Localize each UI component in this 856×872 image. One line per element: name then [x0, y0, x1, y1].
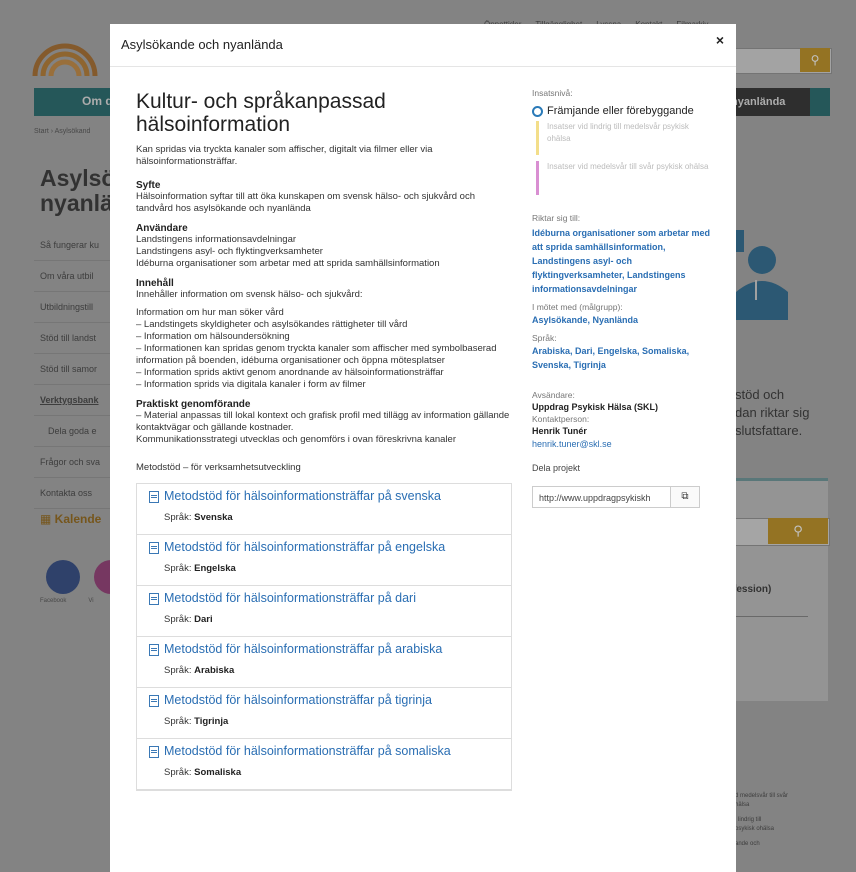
sprak-label: Språk: — [532, 333, 557, 343]
project-title: Kultur- och språkanpassad hälsoinformati… — [136, 90, 386, 136]
section-heading-innehall: Innehåll — [136, 278, 174, 289]
document-icon — [149, 593, 159, 605]
document-item: Metodstöd för hälsoinformationsträffar p… — [137, 535, 511, 586]
language-value: Svenska — [194, 512, 233, 523]
document-language: Språk: Arabiska — [164, 665, 234, 676]
document-icon — [149, 491, 159, 503]
avsandare-label: Avsändare: — [532, 390, 575, 400]
section-heading-syfte: Syfte — [136, 180, 161, 191]
document-icon — [149, 695, 159, 707]
document-icon — [149, 542, 159, 554]
text-line: Information om hur man söker vård — [136, 307, 284, 318]
language-value: Engelska — [194, 563, 236, 574]
avsandare-value: Uppdrag Psykisk Hälsa (SKL) — [532, 402, 659, 412]
text-line: Kommunikationsstrategi utvecklas och gen… — [136, 434, 456, 445]
metodstod-label: Metodstöd – för verksamhetsutveckling — [136, 462, 301, 473]
insatsniva-label: Insatsnivå: — [532, 88, 573, 98]
document-link[interactable]: Metodstöd för hälsoinformationsträffar p… — [164, 591, 416, 605]
document-link[interactable]: Metodstöd för hälsoinformationsträffar p… — [164, 489, 441, 503]
text-line: – Landstingets skyldigheter och asylsöka… — [136, 319, 408, 330]
kontaktperson-label: Kontaktperson: — [532, 414, 590, 424]
language-value: Tigrinja — [194, 716, 229, 727]
text-line: – Information sprids aktivt genom anordn… — [136, 367, 444, 378]
copy-icon[interactable]: ⧉ — [670, 486, 700, 508]
motet-value[interactable]: Asylsökande, Nyanlända — [532, 313, 712, 327]
language-prefix: Språk: — [164, 716, 192, 727]
section-text-praktiskt: – Material anpassas till lokal kontext o… — [136, 410, 512, 446]
kontaktperson-name: Henrik Tunér — [532, 426, 587, 436]
motet-label: I mötet med (målgrupp): — [532, 302, 623, 312]
dela-label: Dela projekt — [532, 463, 581, 473]
level-active-label: Främjande eller förebyggande — [547, 105, 694, 117]
text-line: – Material anpassas till lokal kontext o… — [136, 410, 510, 433]
text-line: – Informationen kan spridas genom tryckt… — [136, 343, 497, 366]
sprak-value[interactable]: Arabiska, Dari, Engelska, Somaliska, Sve… — [532, 344, 712, 372]
modal-header: Asylsökande och nyanlända × — [110, 24, 736, 67]
level-severe: Insatser vid medelsvår till svår psykisk… — [536, 161, 712, 195]
language-prefix: Språk: — [164, 512, 192, 523]
document-language: Språk: Engelska — [164, 563, 236, 574]
share-row: http://www.uppdragpsykiskh ⧉ — [532, 486, 712, 508]
modal-main-content: Kultur- och språkanpassad hälsoinformati… — [136, 90, 512, 791]
section-heading-anvandare: Användare — [136, 223, 188, 234]
document-language: Språk: Dari — [164, 614, 213, 625]
document-item: Metodstöd för hälsoinformationsträffar p… — [137, 484, 511, 535]
language-prefix: Språk: — [164, 563, 192, 574]
text-line: Landstingens asyl- och flyktingverksamhe… — [136, 246, 323, 257]
section-text-anvandare: Landstingens informationsavdelningar Lan… — [136, 234, 512, 270]
close-icon[interactable]: × — [716, 32, 724, 48]
document-item: Metodstöd för hälsoinformationsträffar p… — [137, 739, 511, 790]
section-heading-praktiskt: Praktiskt genomförande — [136, 399, 251, 410]
language-prefix: Språk: — [164, 614, 192, 625]
language-prefix: Språk: — [164, 767, 192, 778]
text-line: Idéburna organisationer som arbetar med … — [136, 258, 440, 269]
text-line: Innehåller information om svensk hälso- … — [136, 289, 363, 300]
document-icon — [149, 644, 159, 656]
project-intro: Kan spridas via tryckta kanaler som affi… — [136, 144, 433, 167]
kontaktperson-email[interactable]: henrik.tuner@skl.se — [532, 438, 712, 451]
document-language: Språk: Somaliska — [164, 767, 241, 778]
text-line: – Information sprids via digitala kanale… — [136, 379, 366, 390]
section-text-innehall: Innehåller information om svensk hälso- … — [136, 289, 512, 391]
language-prefix: Språk: — [164, 665, 192, 676]
modal-title: Asylsökande och nyanlända — [121, 37, 283, 52]
language-value: Dari — [194, 614, 213, 625]
document-link[interactable]: Metodstöd för hälsoinformationsträffar p… — [164, 642, 442, 656]
map-pin-icon — [532, 105, 543, 117]
level-active: Främjande eller förebyggande — [532, 105, 712, 117]
text-line: Landstingens informationsavdelningar — [136, 234, 297, 245]
document-item: Metodstöd för hälsoinformationsträffar p… — [137, 688, 511, 739]
level-mild: Insatser vid lindrig till medelsvår psyk… — [536, 121, 712, 155]
modal-sidebar: Insatsnivå: Främjande eller förebyggande… — [532, 88, 712, 508]
section-text-syfte: Hälsoinformation syftar till att öka kun… — [136, 191, 475, 214]
document-list: Metodstöd för hälsoinformationsträffar p… — [136, 483, 512, 791]
document-link[interactable]: Metodstöd för hälsoinformationsträffar p… — [164, 693, 432, 707]
language-value: Arabiska — [194, 665, 235, 676]
document-language: Språk: Tigrinja — [164, 716, 228, 727]
document-link[interactable]: Metodstöd för hälsoinformationsträffar p… — [164, 744, 451, 758]
share-url-input[interactable]: http://www.uppdragpsykiskh — [532, 486, 670, 508]
document-link[interactable]: Metodstöd för hälsoinformationsträffar p… — [164, 540, 445, 554]
riktar-value[interactable]: Idéburna organisationer som arbetar med … — [532, 226, 712, 296]
document-language: Språk: Svenska — [164, 512, 233, 523]
document-item: Metodstöd för hälsoinformationsträffar p… — [137, 586, 511, 637]
document-icon — [149, 746, 159, 758]
project-modal: Asylsökande och nyanlända × Kultur- och … — [110, 24, 736, 872]
text-line: – Information om hälsoundersökning — [136, 331, 290, 342]
document-item: Metodstöd för hälsoinformationsträffar p… — [137, 637, 511, 688]
language-value: Somaliska — [194, 767, 242, 778]
riktar-label: Riktar sig till: — [532, 213, 581, 223]
